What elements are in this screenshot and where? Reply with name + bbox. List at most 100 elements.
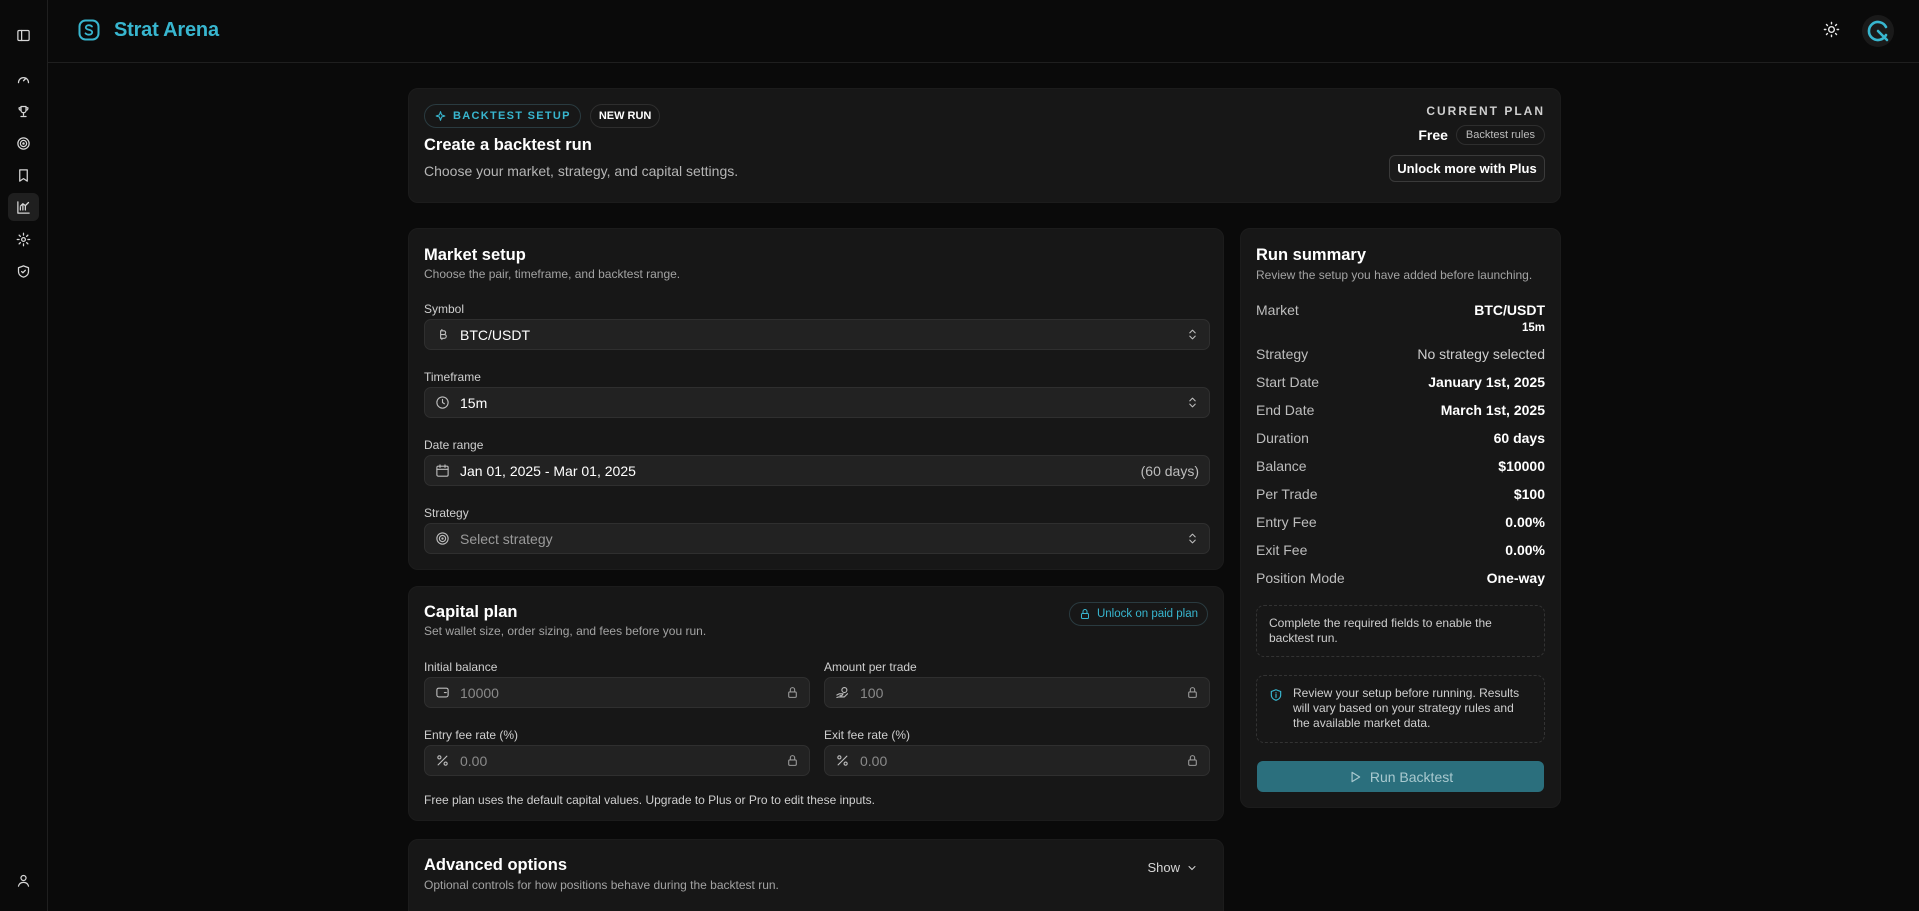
timeframe-value: 15m [460,394,488,411]
summary-key: End Date [1256,402,1315,418]
percent-icon [835,753,850,768]
exit-fee-label: Exit fee rate (%) [824,728,911,742]
summary-value: 0.00% [1505,542,1545,558]
new-run-badge: NEW RUN [589,104,661,128]
user-avatar-icon[interactable] [1862,15,1894,47]
summary-key: Duration [1256,430,1309,446]
summary-row: End Date March 1st, 2025 [1256,402,1545,418]
advanced-options-toggle[interactable]: Show [1147,860,1198,875]
summary-key: Strategy [1256,346,1309,362]
exit-fee-value: 0.00 [860,752,888,769]
bitcoin-icon [435,327,450,342]
strategy-select[interactable]: Select strategy [424,523,1210,554]
initial-balance-input[interactable]: 10000 [424,677,810,708]
summary-value: BTC/USDT [1474,302,1545,318]
clock-icon [435,395,450,410]
summary-value: January 1st, 2025 [1428,374,1545,390]
summary-key: Position Mode [1256,570,1345,586]
summary-key: Per Trade [1256,486,1318,502]
sidebar-toggle-icon[interactable] [8,21,39,49]
summary-key: Market [1256,302,1299,318]
sparkles-icon [435,110,446,121]
bookmark-icon[interactable] [8,161,39,189]
percent-icon [435,753,450,768]
shield-check-icon[interactable] [8,257,39,285]
target-icon[interactable] [8,129,39,157]
entry-fee-label: Entry fee rate (%) [424,728,519,742]
summary-row: Balance $10000 [1256,458,1545,474]
run-summary-subtitle: Review the setup you have added before l… [1256,268,1533,282]
timeframe-label: Timeframe [424,370,481,384]
summary-row-market: Market BTC/USDT [1256,302,1545,318]
entry-fee-input[interactable]: 0.00 [424,745,810,776]
review-notice-text: Review your setup before running. Result… [1293,686,1520,730]
run-summary-title: Run summary [1256,246,1367,264]
play-icon [1351,771,1361,782]
trophy-icon[interactable] [8,97,39,125]
market-setup-title: Market setup [424,246,526,264]
capital-plan-card: Capital plan Set wallet size, order sizi… [408,586,1224,821]
strategy-placeholder: Select strategy [460,530,553,547]
backtest-rules-badge[interactable]: Backtest rules [1455,125,1545,145]
brand-logo-icon [78,19,100,41]
unlock-plus-button[interactable]: Unlock more with Plus [1389,155,1545,182]
chevrons-up-down-icon [1186,328,1199,341]
market-setup-subtitle: Choose the pair, timeframe, and backtest… [424,267,681,281]
summary-row: Strategy No strategy selected [1256,346,1545,362]
unlock-paid-plan-badge[interactable]: Unlock on paid plan [1068,602,1208,626]
exit-fee-input[interactable]: 0.00 [824,745,1210,776]
symbol-select[interactable]: BTC/USDT [424,319,1210,350]
summary-row: Exit Fee 0.00% [1256,542,1545,558]
date-range-picker[interactable]: Jan 01, 2025 - Mar 01, 2025 (60 days) [424,455,1210,486]
summary-key: Balance [1256,458,1307,474]
unlock-paid-plan-label: Unlock on paid plan [1096,608,1198,620]
summary-market-timeframe: 15m [1521,322,1545,334]
capital-plan-note: Free plan uses the default capital value… [424,793,875,807]
run-backtest-button[interactable]: Run Backtest [1257,761,1544,792]
summary-key: Start Date [1256,374,1320,390]
gauge-icon[interactable] [8,65,39,93]
summary-value: No strategy selected [1417,346,1545,362]
settings-icon[interactable] [8,225,39,253]
summary-key: Entry Fee [1256,514,1317,530]
shield-info-icon [1270,689,1282,701]
amount-per-trade-input[interactable]: 100 [824,677,1210,708]
date-range-value: Jan 01, 2025 - Mar 01, 2025 [460,462,636,479]
chevrons-up-down-icon [1186,396,1199,409]
summary-row: Position Mode One-way [1256,570,1545,586]
summary-value: $100 [1513,486,1545,502]
summary-value: 0.00% [1505,514,1545,530]
date-range-days: (60 days) [1140,463,1199,479]
backtest-setup-label: BACKTEST SETUP [453,110,571,122]
top-header: Strat Arena [48,0,1919,63]
chevrons-up-down-icon [1186,532,1199,545]
timeframe-select[interactable]: 15m [424,387,1210,418]
backtest-setup-card: BACKTEST SETUP NEW RUN Create a backtest… [408,88,1561,203]
current-plan-label: CURRENT PLAN [1426,104,1545,118]
advanced-options-title: Advanced options [424,856,568,874]
lock-icon [1186,686,1199,699]
chart-icon[interactable] [8,193,39,221]
plan-name: Free [1418,127,1448,143]
initial-balance-label: Initial balance [424,660,498,674]
market-setup-card: Market setup Choose the pair, timeframe,… [408,228,1224,570]
initial-balance-value: 10000 [460,684,499,701]
required-fields-text: Complete the required fields to enable t… [1269,616,1492,645]
summary-value: 60 days [1493,430,1545,446]
brand[interactable]: Strat Arena [77,18,219,42]
user-icon[interactable] [8,866,39,894]
page-title: Create a backtest run [424,136,592,154]
sidebar [0,0,48,911]
advanced-options-subtitle: Optional controls for how positions beha… [424,878,779,892]
summary-row: Entry Fee 0.00% [1256,514,1545,530]
target-icon [435,531,450,546]
advanced-options-card: Advanced options Optional controls for h… [408,839,1224,911]
capital-plan-subtitle: Set wallet size, order sizing, and fees … [424,624,707,638]
advanced-options-toggle-label: Show [1147,860,1180,875]
summary-value: March 1st, 2025 [1440,402,1545,418]
chevron-down-icon [1188,865,1196,870]
lock-icon [1186,754,1199,767]
calendar-icon [435,463,450,478]
sun-icon[interactable] [1823,21,1843,41]
required-fields-notice: Complete the required fields to enable t… [1256,605,1545,657]
